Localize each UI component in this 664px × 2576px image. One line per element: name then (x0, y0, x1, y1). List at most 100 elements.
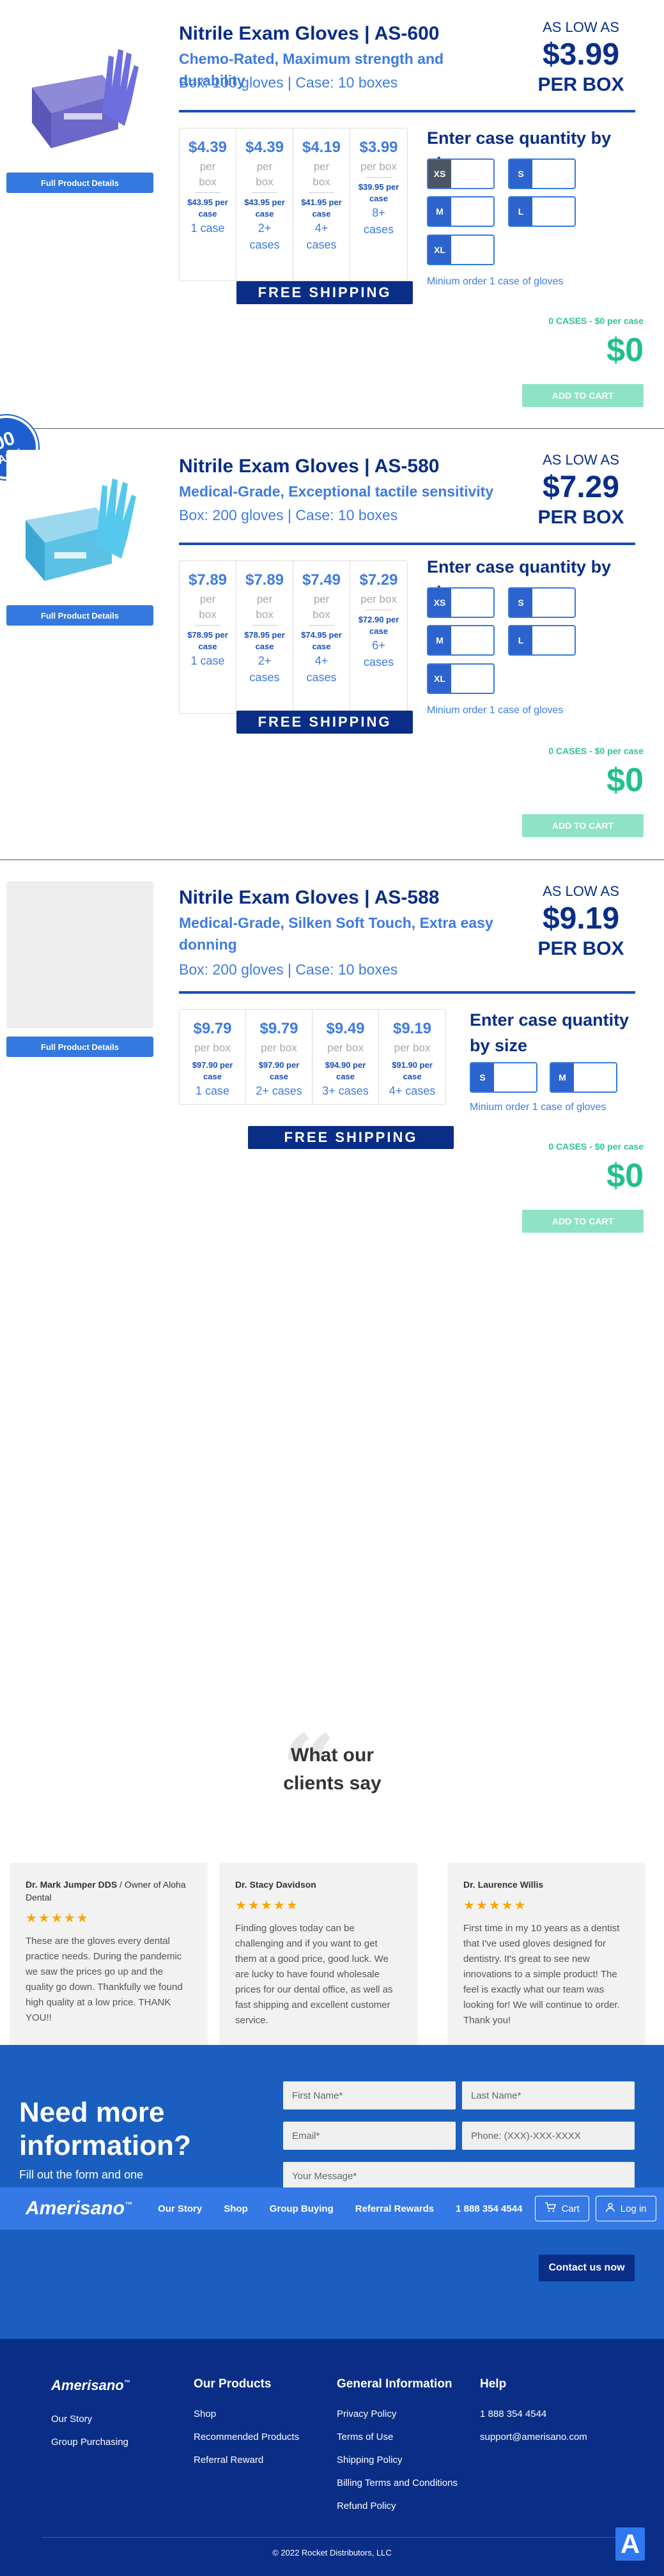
footer-heading: General Information (337, 2377, 452, 2391)
product-image[interactable] (6, 450, 153, 597)
footer-link-our-story[interactable]: Our Story (51, 2408, 128, 2431)
star-rating-icon: ★★★★★ (235, 1899, 299, 1913)
tier-qty: 8+ cases (363, 206, 394, 236)
footer-link-billing[interactable]: Billing Terms and Conditions (337, 2472, 458, 2495)
nav-phone[interactable]: 1 888 354 4544 (456, 2203, 522, 2214)
footer-email[interactable]: support@amerisano.com (480, 2426, 587, 2449)
box-info: Box: 200 gloves | Case: 10 boxes (179, 507, 398, 523)
tier-case-price: $43.95 per case (187, 197, 228, 219)
size-input-s[interactable]: S (508, 587, 576, 618)
cart-label: Cart (561, 2203, 580, 2214)
price-tier[interactable]: $9.79 per box $97.90 per case 1 case (180, 1010, 246, 1104)
price-tier[interactable]: $3.99 per box $39.95 per case 8+ cases (350, 128, 407, 281)
email-field[interactable]: Email* (283, 2122, 456, 2150)
size-input-xs[interactable]: XS (427, 158, 495, 189)
footer-link-referral[interactable]: Referral Reward (194, 2449, 299, 2472)
tier-price: $3.99 (359, 139, 398, 156)
footer-link-privacy[interactable]: Privacy Policy (337, 2403, 458, 2426)
size-input-m[interactable]: M (550, 1062, 617, 1093)
size-label: S (509, 160, 532, 188)
as-low-as-price: AS LOW AS $7.29 PER BOX (523, 452, 638, 528)
product-title: Nitrile Exam Gloves | AS-600 (179, 23, 440, 44)
phone-field[interactable]: Phone: (XXX)-XXX-XXXX (462, 2122, 635, 2150)
price-tier[interactable]: $9.49 per box $94.90 per case 3+ cases (313, 1010, 379, 1104)
first-name-field[interactable]: First Name* (283, 2081, 456, 2109)
contact-submit-button[interactable]: Contact us now (539, 2255, 635, 2281)
cart-summary: 0 CASES - $0 per case (548, 316, 644, 326)
tier-per-box: per box (360, 160, 397, 173)
nav-link-our-story[interactable]: Our Story (158, 2203, 202, 2214)
accessibility-widget-button[interactable]: A (615, 2527, 645, 2561)
tier-price: $9.49 (326, 1020, 365, 1037)
add-to-cart-button[interactable]: ADD TO CART (522, 814, 644, 837)
full-product-details-button[interactable]: Full Product Details (6, 173, 153, 193)
size-label: S (509, 589, 532, 617)
logo[interactable]: Amerisano™ (26, 2198, 132, 2219)
footer: Amerisano™ Our Story Group Purchasing Ou… (0, 2339, 664, 2576)
nav-link-group-buying[interactable]: Group Buying (270, 2203, 334, 2214)
size-input-xl[interactable]: XL (427, 663, 495, 694)
tier-qty: 2+ cases (249, 222, 280, 251)
size-input-s[interactable]: S (470, 1062, 537, 1093)
divider (0, 428, 664, 429)
price-tier[interactable]: $7.89 per box $78.95 per case 1 case (180, 561, 236, 713)
tier-qty: 1 case (195, 1084, 230, 1097)
size-input-xs[interactable]: XS (427, 587, 495, 618)
author-name: Dr. Stacy Davidson (235, 1879, 316, 1890)
nav-link-referral-rewards[interactable]: Referral Rewards (355, 2203, 434, 2214)
tier-per-box: per box (313, 593, 330, 621)
footer-divider (42, 2537, 623, 2538)
size-input-xl[interactable]: XL (427, 235, 495, 265)
tier-price: $4.19 (302, 139, 341, 156)
user-icon (605, 2202, 615, 2215)
full-product-details-button[interactable]: Full Product Details (6, 1037, 153, 1057)
footer-link-group-purchasing[interactable]: Group Purchasing (51, 2431, 128, 2454)
price-tier[interactable]: $7.49 per box $74.95 per case 4+ cases (293, 561, 350, 713)
size-input-s[interactable]: S (508, 158, 576, 189)
product-image[interactable] (6, 17, 153, 164)
footer-link-recommended[interactable]: Recommended Products (194, 2426, 299, 2449)
nav-link-shop[interactable]: Shop (224, 2203, 248, 2214)
tier-case-price: $41.95 per case (301, 197, 342, 219)
footer-link-shipping[interactable]: Shipping Policy (337, 2449, 458, 2472)
divider (179, 991, 635, 994)
footer-phone[interactable]: 1 888 354 4544 (480, 2403, 587, 2426)
size-input-m[interactable]: M (427, 625, 495, 656)
tier-price: $7.89 (188, 571, 228, 589)
footer-logo[interactable]: Amerisano™ (51, 2377, 130, 2394)
size-input-m[interactable]: M (427, 196, 495, 227)
tier-sep (252, 625, 277, 626)
tier-price: $9.79 (193, 1020, 232, 1037)
author-name: Dr. Laurence Willis (463, 1879, 544, 1890)
last-name-field[interactable]: Last Name* (462, 2081, 635, 2109)
message-field[interactable]: Your Message* (283, 2162, 635, 2190)
tier-price: $7.89 (245, 571, 284, 589)
price-tier[interactable]: $9.79 per box $97.90 per case 2+ cases (246, 1010, 313, 1104)
price-tier[interactable]: $9.19 per box $91.90 per case 4+ cases (379, 1010, 445, 1104)
as-low-as-label: AS LOW AS (543, 19, 619, 35)
product-image[interactable] (6, 881, 153, 1028)
price-tier[interactable]: $4.39 per box $43.95 per case 2+ cases (236, 128, 293, 281)
price-tier[interactable]: $4.19 per box $41.95 per case 4+ cases (293, 128, 350, 281)
total-price: $0 (606, 762, 644, 799)
product-subtitle: Medical-Grade, Exceptional tactile sensi… (179, 483, 494, 500)
login-button[interactable]: Log in (595, 2196, 656, 2221)
footer-link-shop[interactable]: Shop (194, 2403, 299, 2426)
price-tier[interactable]: $7.89 per box $78.95 per case 2+ cases (236, 561, 293, 713)
size-input-l[interactable]: L (508, 196, 576, 227)
add-to-cart-button[interactable]: ADD TO CART (522, 384, 644, 407)
price-tier[interactable]: $4.39 per box $43.95 per case 1 case (180, 128, 236, 281)
as-low-as-label: AS LOW AS (543, 452, 619, 468)
add-to-cart-button[interactable]: ADD TO CART (522, 1210, 644, 1233)
total-price: $0 (606, 332, 644, 369)
footer-link-refund[interactable]: Refund Policy (337, 2495, 458, 2518)
tier-qty: 4+ cases (306, 222, 337, 251)
full-product-details-button[interactable]: Full Product Details (6, 605, 153, 626)
size-input-l[interactable]: L (508, 625, 576, 656)
per-box-label: PER BOX (537, 74, 624, 95)
cart-button[interactable]: Cart (535, 2196, 589, 2221)
footer-link-terms[interactable]: Terms of Use (337, 2426, 458, 2449)
price-tier[interactable]: $7.29 per box $72.90 per case 6+ cases (350, 561, 407, 713)
footer-heading: Help (480, 2377, 507, 2391)
lowest-price: $7.29 (542, 470, 620, 504)
